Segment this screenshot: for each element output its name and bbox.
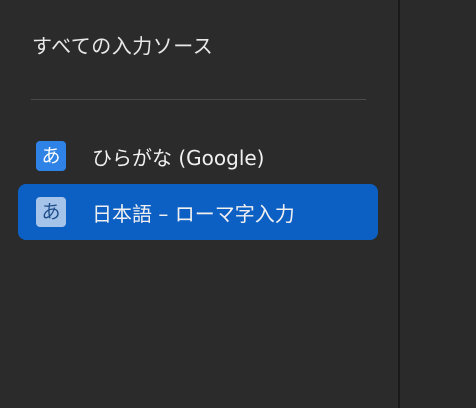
input-source-list-pane: すべての入力ソース あ ひらがな (Google) あ 日本語 – ローマ字入力 (0, 0, 398, 408)
hiragana-a-icon: あ (36, 141, 66, 171)
hiragana-a-icon: あ (36, 197, 66, 227)
list-title: すべての入力ソース (32, 34, 214, 58)
source-item-label: ひらがな (Google) (92, 145, 265, 170)
detail-pane (400, 0, 476, 408)
source-item-hiragana-google[interactable]: あ ひらがな (Google) (18, 128, 378, 184)
input-sources-window: すべての入力ソース あ ひらがな (Google) あ 日本語 – ローマ字入力 (0, 0, 476, 408)
source-item-label: 日本語 – ローマ字入力 (92, 201, 295, 226)
source-item-japanese-romaji[interactable]: あ 日本語 – ローマ字入力 (18, 184, 378, 240)
header-separator (31, 99, 366, 100)
